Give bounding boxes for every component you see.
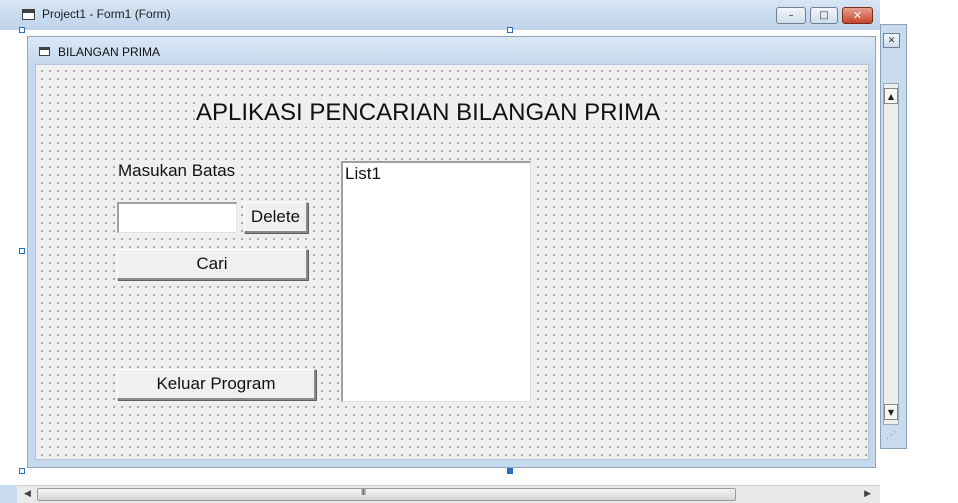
- form-titlebar[interactable]: BILANGAN PRIMA: [28, 37, 875, 64]
- window-title: Project1 - Form1 (Form): [42, 7, 171, 21]
- scroll-left-icon[interactable]: ◀: [24, 489, 31, 499]
- resize-handle-bottom[interactable]: [507, 468, 513, 474]
- scroll-right-icon[interactable]: ▶: [864, 489, 871, 499]
- delete-button[interactable]: Delete: [244, 202, 308, 233]
- batas-label[interactable]: Masukan Batas: [118, 161, 236, 181]
- cari-button-label: Cari: [196, 254, 228, 273]
- app-title-label[interactable]: APLIKASI PENCARIAN BILANGAN PRIMA: [196, 99, 661, 127]
- resize-handle-top[interactable]: [507, 27, 513, 33]
- minimize-icon: –: [788, 9, 794, 21]
- keluar-button-label: Keluar Program: [156, 374, 276, 393]
- resize-grip-icon[interactable]: ⋰: [886, 430, 900, 444]
- cari-button[interactable]: Cari: [117, 249, 308, 280]
- close-button[interactable]: ✕: [842, 7, 873, 24]
- form-window-icon: [39, 47, 50, 56]
- maximize-icon: □: [819, 9, 829, 21]
- side-close-button[interactable]: ✕: [883, 33, 900, 48]
- resize-handle-left[interactable]: [19, 248, 25, 254]
- vertical-scrollbar[interactable]: ▲ ▼: [883, 83, 899, 425]
- scrollbar-grip-icon: III: [361, 488, 366, 497]
- scroll-down-icon[interactable]: ▼: [884, 404, 898, 420]
- scrollbar-thumb[interactable]: [37, 488, 736, 501]
- list-box[interactable]: List1: [341, 161, 531, 402]
- batas-input[interactable]: [117, 202, 237, 233]
- background-window[interactable]: ✕ ▲ ▼ ⋰: [880, 24, 907, 449]
- minimize-button[interactable]: –: [776, 7, 806, 24]
- form-client-area[interactable]: APLIKASI PENCARIAN BILANGAN PRIMA Masuka…: [35, 64, 869, 460]
- ide-form-designer-window: Project1 - Form1 (Form) – □ ✕ BILANGAN P…: [0, 0, 880, 503]
- list-item[interactable]: List1: [345, 164, 381, 184]
- close-icon: ✕: [852, 9, 863, 22]
- keluar-program-button[interactable]: Keluar Program: [117, 369, 316, 400]
- resize-handle-top-left[interactable]: [19, 27, 25, 33]
- delete-button-label: Delete: [250, 207, 301, 226]
- maximize-button[interactable]: □: [810, 7, 838, 24]
- window-icon: [22, 9, 35, 20]
- horizontal-scrollbar[interactable]: ◀ III ▶: [17, 485, 880, 503]
- close-icon: ✕: [887, 35, 896, 46]
- form-caption: BILANGAN PRIMA: [58, 45, 161, 59]
- scroll-up-icon[interactable]: ▲: [884, 88, 898, 104]
- window-titlebar[interactable]: Project1 - Form1 (Form) – □ ✕: [0, 0, 880, 30]
- resize-handle-bottom-left[interactable]: [19, 468, 25, 474]
- form-bilangan-prima[interactable]: BILANGAN PRIMA APLIKASI PENCARIAN BILANG…: [27, 36, 876, 468]
